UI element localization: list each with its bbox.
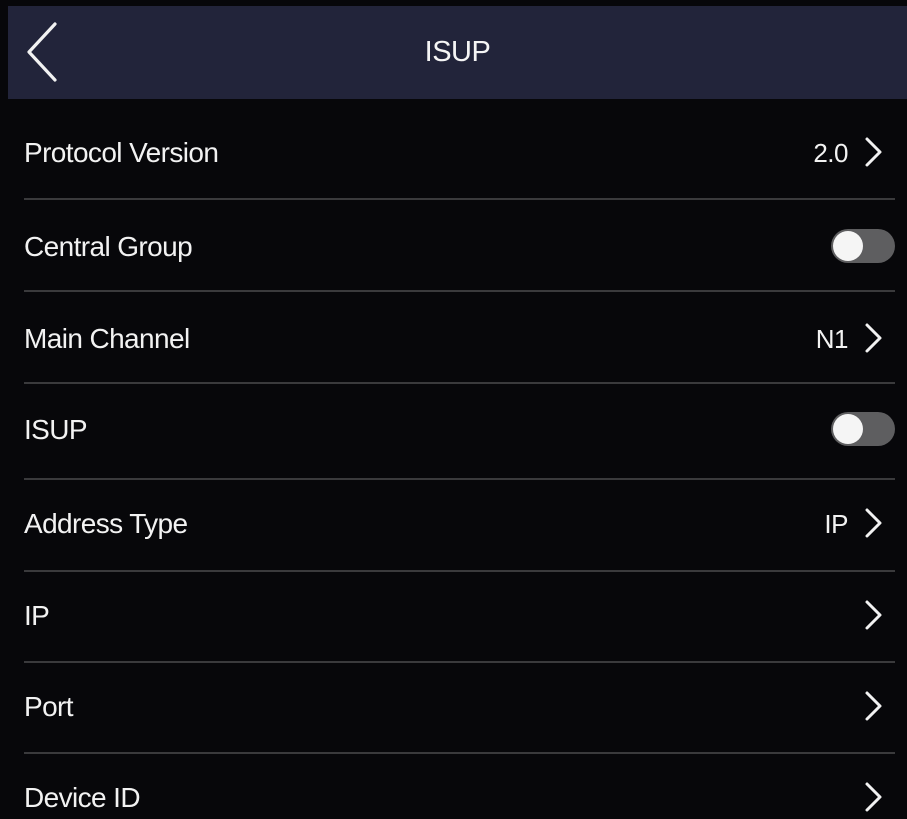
toggle-knob [833,231,863,261]
chevron-right-icon [865,323,882,353]
isup-row: ISUP [0,383,907,475]
central-group-label: Central Group [24,231,193,262]
page-title: ISUP [424,36,491,68]
chevron-right-icon [865,508,882,538]
central-group-toggle[interactable] [831,229,895,263]
chevron-right-icon [865,691,882,721]
port-row[interactable]: Port [0,660,907,752]
header-bar: ISUP [8,6,907,99]
main-channel-label: Main Channel [24,323,190,354]
chevron-right-icon [865,137,882,167]
central-group-row: Central Group [0,200,907,292]
address-type-row[interactable]: Address Type IP [0,477,907,569]
main-channel-row[interactable]: Main Channel N1 [0,292,907,384]
main-channel-value: N1 [815,324,849,354]
ip-label: IP [24,600,50,631]
device-id-row[interactable]: Device ID [0,751,907,819]
toggle-knob [833,414,863,444]
device-id-label: Device ID [24,782,141,813]
protocol-version-row[interactable]: Protocol Version 2.0 [0,106,907,198]
isup-settings-screen: ISUP Protocol Version 2.0 Central Group … [0,0,907,819]
port-label: Port [24,691,74,722]
isup-label: ISUP [24,414,88,445]
isup-toggle[interactable] [831,412,895,446]
protocol-version-value: 2.0 [813,138,848,168]
address-type-label: Address Type [24,508,188,539]
chevron-right-icon [865,600,882,630]
address-type-value: IP [824,509,848,539]
protocol-version-label: Protocol Version [24,137,219,168]
chevron-right-icon [865,782,882,812]
ip-row[interactable]: IP [0,569,907,661]
